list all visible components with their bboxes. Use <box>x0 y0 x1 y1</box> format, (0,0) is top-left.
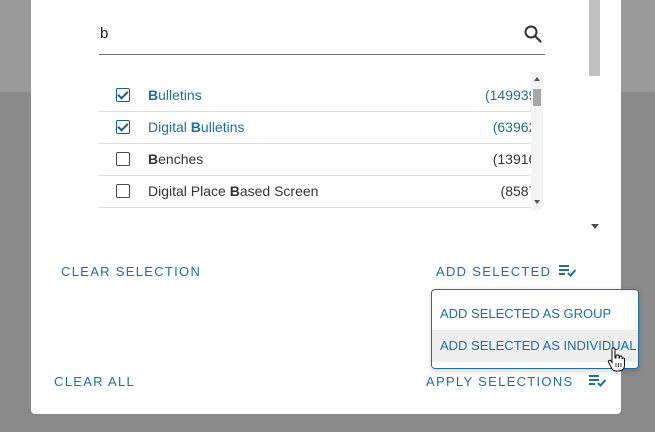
list-item-label: Bulletins <box>148 87 202 103</box>
checkbox[interactable] <box>116 184 130 198</box>
list-item-label: Digital Place Based Screen <box>148 183 319 199</box>
dialog-scrollbar[interactable] <box>587 0 603 236</box>
dialog-scroll-down-arrow[interactable] <box>591 224 599 229</box>
list-item-label: Digital Bulletins <box>148 119 245 135</box>
list-item[interactable]: Digital Bulletins (63962) <box>99 112 543 144</box>
results-list: Bulletins (149939) Digital Bulletins (63… <box>99 72 543 208</box>
search-input[interactable] <box>99 20 500 46</box>
list-scroll-up-arrow[interactable] <box>534 77 540 81</box>
apply-selections-button[interactable]: APPLY SELECTIONS <box>426 374 573 389</box>
search-icon[interactable] <box>523 24 543 44</box>
clear-selection-button[interactable]: CLEAR SELECTION <box>61 264 201 279</box>
list-item-label: Benches <box>148 151 204 167</box>
clear-all-button[interactable]: CLEAR ALL <box>54 374 135 389</box>
dialog-scrollbar-thumb[interactable] <box>589 0 600 76</box>
list-scrollbar[interactable] <box>531 72 543 210</box>
playlist-add-check-icon[interactable] <box>589 374 607 388</box>
checkbox[interactable] <box>116 88 130 102</box>
playlist-add-check-icon[interactable] <box>559 264 577 278</box>
list-item[interactable]: Bulletins (149939) <box>99 80 543 112</box>
checkbox[interactable] <box>116 152 130 166</box>
checkbox[interactable] <box>116 120 130 134</box>
menu-item-add-as-group[interactable]: ADD SELECTED AS GROUP <box>432 298 638 330</box>
list-scroll-down-arrow[interactable] <box>534 200 540 204</box>
list-item[interactable]: Benches (13916) <box>99 144 543 176</box>
search-field <box>99 14 545 55</box>
add-selected-button[interactable]: ADD SELECTED <box>436 264 551 279</box>
list-item[interactable]: Digital Place Based Screen (8587) <box>99 176 543 208</box>
hand-pointer-icon <box>607 347 625 372</box>
list-scrollbar-thumb[interactable] <box>533 89 541 106</box>
